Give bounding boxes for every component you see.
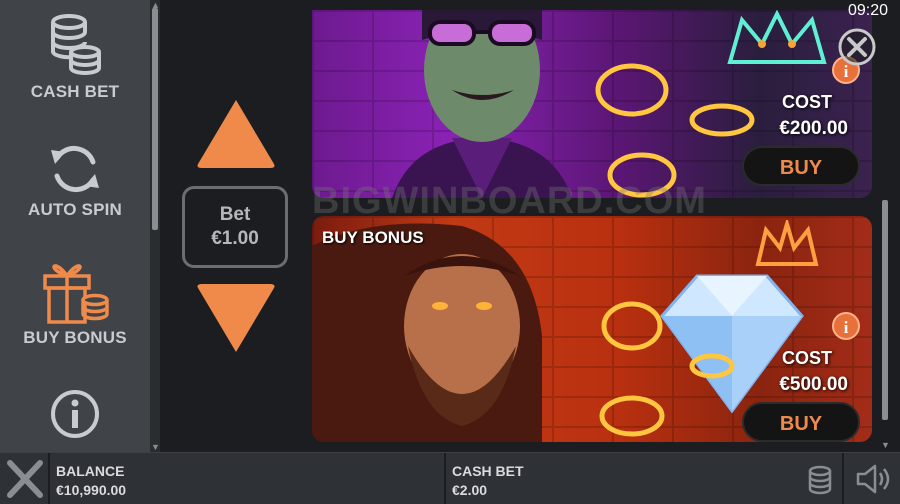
bonus-card-2: BUY BONUS i COST €500.00 BUY [312, 216, 872, 442]
bottom-bar: BALANCE €10,990.00 CASH BET €2.00 [0, 452, 900, 504]
card-2-buy-button[interactable]: BUY [742, 402, 860, 442]
cash-bet-label: CASH BET [452, 463, 524, 479]
card-1-buy-button[interactable]: BUY [742, 146, 860, 186]
scroll-down-arrow-icon[interactable]: ▼ [881, 440, 890, 450]
bonus-card-1: i COST €200.00 BUY [312, 10, 872, 198]
card-1-cost-value: €200.00 [779, 118, 848, 139]
card-2-title: BUY BONUS [322, 228, 424, 247]
bet-display: Bet €1.00 [182, 186, 288, 268]
card-2-cost-label: COST [781, 348, 832, 368]
neon-coins-decoration [599, 301, 735, 437]
character-hero-image [312, 223, 542, 442]
menu-item-cash-bet[interactable]: CASH BET [0, 12, 150, 102]
gift-icon [43, 264, 109, 324]
close-overlay-button[interactable] [838, 28, 876, 66]
card-2-info-button[interactable]: i [832, 312, 860, 340]
bet-decrease-button[interactable] [194, 282, 278, 356]
side-menu: CASH BET AUTO SPIN BUY BONUS [0, 0, 150, 452]
menu-label-buy-bonus: BUY BONUS [23, 328, 127, 347]
bet-label: Bet [219, 204, 251, 225]
menu-label-auto-spin: AUTO SPIN [27, 200, 123, 219]
neon-crown-icon [755, 220, 819, 266]
menu-item-buy-bonus[interactable]: BUY BONUS [0, 254, 150, 348]
scroll-down-arrow-icon[interactable]: ▼ [151, 442, 160, 452]
close-menu-button[interactable] [0, 453, 50, 504]
menu-label-cash-bet: CASH BET [30, 82, 120, 101]
menu-item-auto-spin[interactable]: AUTO SPIN [0, 138, 150, 220]
close-icon [7, 460, 43, 498]
card-1-cost-label: COST [781, 92, 832, 112]
bet-panel: Bet €1.00 [160, 0, 312, 452]
cards-scrollbar-thumb[interactable] [882, 200, 888, 420]
character-villain-image [392, 10, 572, 198]
bet-increase-button[interactable] [194, 96, 278, 170]
menu-scrollbar-thumb[interactable] [152, 8, 158, 230]
sound-icon[interactable] [854, 463, 894, 495]
menu-item-info[interactable] [0, 386, 150, 442]
divider [842, 453, 844, 504]
refresh-icon [51, 145, 99, 193]
game-screen: CASH BET AUTO SPIN BUY BONUS ▲ ▼ Bet €1.… [0, 0, 900, 504]
card-2-cost-value: €500.00 [779, 374, 848, 395]
divider [444, 453, 446, 504]
bet-value: €1.00 [211, 228, 259, 249]
cash-bet-value: €2.00 [452, 482, 488, 498]
info-icon [51, 390, 99, 438]
coin-stack-icon[interactable] [806, 465, 834, 495]
coin-stack-icon [51, 14, 101, 75]
status-time: 09:20 [847, 2, 888, 19]
balance-label: BALANCE [56, 463, 125, 479]
balance-value: €10,990.00 [56, 482, 127, 498]
